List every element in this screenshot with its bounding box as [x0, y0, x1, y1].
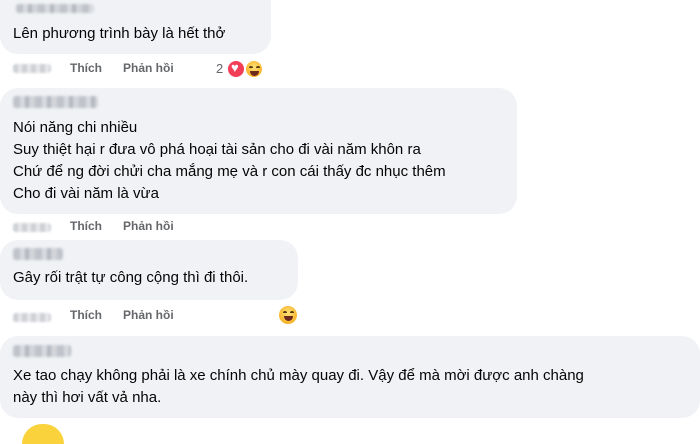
haha-reaction-icon: [244, 59, 264, 79]
comment-author-blurred[interactable]: [13, 96, 98, 108]
heart-reaction-icon: [226, 59, 246, 79]
comment-author-blurred[interactable]: [13, 345, 71, 357]
comment-text: Gây rối trật tự công cộng thì đi thôi.: [13, 269, 249, 286]
comment-text-line: Cho đi vài năm là vừa: [13, 185, 159, 202]
like-link[interactable]: Thích: [70, 219, 102, 233]
reaction-summary[interactable]: 2: [214, 58, 274, 82]
comment-actions: Thích Phản hồi: [0, 219, 300, 237]
comment-bubble: Lên phương trình bày là hết thở: [0, 0, 271, 54]
comment-author-blurred[interactable]: [13, 248, 63, 260]
comment-text: Lên phương trình bày là hết thở: [13, 25, 226, 42]
reply-link[interactable]: Phản hồi: [123, 219, 174, 233]
comment-text-line: Chứ để ng đời chửi cha mắng mẹ và r con …: [13, 163, 446, 180]
comment-author-blurred[interactable]: [16, 4, 94, 13]
reaction-count: 2: [216, 61, 224, 76]
comment-text-line: Nói năng chi nhiều: [13, 119, 138, 136]
haha-reaction-icon: [277, 304, 299, 326]
haha-reaction-icon: [22, 424, 64, 444]
reply-link[interactable]: Phản hồi: [123, 308, 174, 322]
comment-actions: Thích Phản hồi: [0, 308, 300, 326]
comment-text-line: Xe tao chạy không phải là xe chính chủ m…: [13, 367, 584, 384]
comment-bubble: Xe tao chạy không phải là xe chính chủ m…: [0, 336, 700, 418]
comment-bubble: Nói năng chi nhiều Suy thiệt hại r đưa v…: [0, 88, 517, 214]
reply-link[interactable]: Phản hồi: [123, 61, 174, 75]
like-link[interactable]: Thích: [70, 308, 102, 322]
comment-text-line: này thì hơi vất vả nha.: [13, 389, 162, 406]
comment-text-line: Suy thiệt hại r đưa vô phá hoại tài sản …: [13, 141, 421, 158]
comment-bubble: Gây rối trật tự công cộng thì đi thôi.: [0, 240, 298, 300]
like-link[interactable]: Thích: [70, 61, 102, 75]
reaction-summary[interactable]: [276, 303, 300, 327]
